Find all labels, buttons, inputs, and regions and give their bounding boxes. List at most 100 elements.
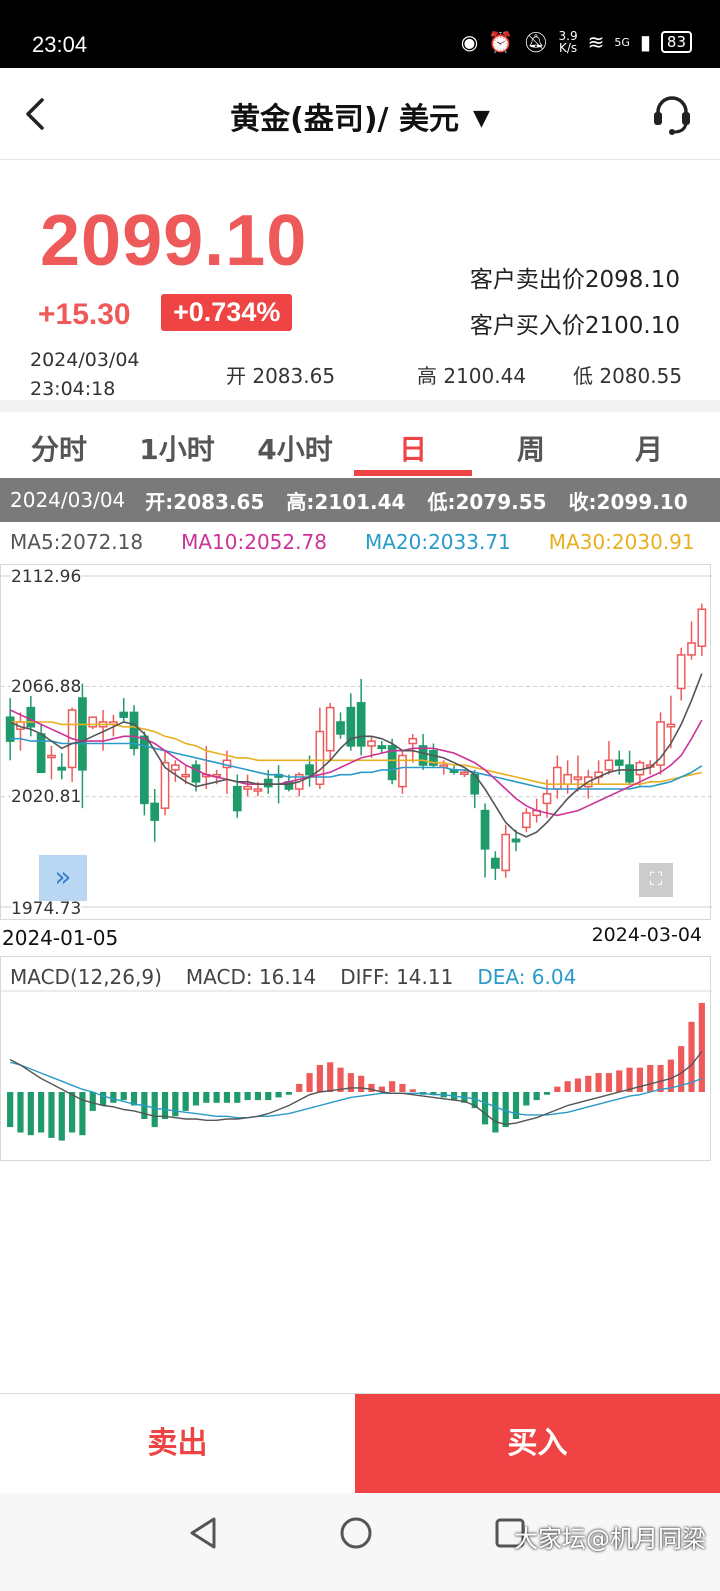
caret-down-icon: ▼ [472, 106, 490, 131]
macd-histogram-bar [89, 1092, 96, 1111]
candle-body [253, 788, 263, 792]
candle-body [614, 759, 624, 766]
macd-histogram-bar [358, 1075, 365, 1092]
macd-histogram-bar [347, 1073, 354, 1092]
candle-body [5, 716, 15, 742]
signal-icon: ▮ [639, 30, 651, 54]
info-close: 收:2099.10 [568, 489, 688, 514]
candle-body [377, 745, 387, 750]
macd-histogram-bar [543, 1092, 551, 1095]
candle-body [573, 776, 583, 781]
candle-body [26, 706, 36, 728]
ma10-label: MA10:2052.78 [181, 530, 327, 554]
macd-histogram-bar [585, 1075, 592, 1092]
macd-histogram-bar [161, 1092, 169, 1119]
instrument-selector[interactable]: 黄金(盎司)/ 美元 ▼ [0, 94, 720, 138]
tab-1h[interactable]: 1小时 [118, 412, 236, 476]
macd-histogram-bar [120, 1092, 127, 1101]
candle-body [491, 857, 500, 869]
macd-histogram-bar [38, 1092, 45, 1133]
tab-4h[interactable]: 4小时 [236, 412, 354, 476]
macd-histogram-bar [172, 1092, 179, 1117]
macd-histogram-bar [234, 1092, 241, 1103]
client-buy-price: 客户买入价2100.10 [469, 313, 680, 339]
macd-histogram-bar [306, 1073, 313, 1092]
network-type: 5G [614, 35, 630, 49]
title-bar: 黄金(盎司)/ 美元 ▼ [0, 68, 720, 160]
candle-body [181, 773, 191, 778]
status-icons: ◉ ⏰ 🔕︎ 3.9 K/s ≋ 5G ▮ 83 [461, 30, 692, 54]
macd-histogram-bar [99, 1092, 107, 1106]
candle-body [697, 608, 707, 647]
macd-panel[interactable]: MACD(12,26,9) MACD: 16.14 DIFF: 14.11 DE… [0, 956, 712, 1161]
tab-daily[interactable]: 日 [354, 412, 472, 476]
candle-body [243, 785, 252, 790]
sell-button[interactable]: 卖出 [0, 1394, 355, 1494]
headset-icon[interactable] [650, 92, 694, 136]
macd-histogram-bar [58, 1092, 65, 1141]
macd-histogram-bar [7, 1092, 14, 1128]
candle-body [47, 754, 56, 759]
candle-body [325, 706, 335, 752]
macd-histogram-bar [69, 1092, 76, 1133]
info-open: 开:2083.65 [145, 489, 265, 514]
candle-body [232, 785, 242, 812]
x-axis-end-date: 2024-03-04 [591, 924, 702, 946]
macd-histogram-bar [647, 1065, 654, 1092]
macd-histogram-bar [296, 1083, 303, 1092]
candle-body [501, 833, 511, 872]
tab-timeshare[interactable]: 分时 [0, 412, 118, 476]
candlestick-svg [1, 575, 712, 908]
buy-button[interactable]: 买入 [355, 1394, 720, 1494]
price-change: +15.30 [38, 298, 131, 331]
tab-weekly[interactable]: 周 [472, 412, 590, 476]
candlestick-chart[interactable]: 2112.96 2066.88 2020.81 1974.73 » ⛶ [0, 564, 712, 920]
alarm-icon: ⏰ [488, 30, 514, 54]
info-date: 2024/03/04 [10, 488, 126, 512]
macd-histogram-bar [533, 1092, 540, 1101]
system-nav-bar: 大家坛@机月同梁 [0, 1493, 720, 1591]
macd-histogram-bar [399, 1083, 406, 1092]
macd-histogram-bar [192, 1092, 200, 1106]
candle-body [356, 702, 366, 747]
macd-histogram-bar [254, 1092, 262, 1101]
change-percent-badge: +0.734% [161, 294, 293, 331]
candle-body [480, 809, 490, 850]
macd-histogram-bar [203, 1092, 210, 1103]
macd-histogram-bar [327, 1062, 334, 1092]
y-tick-label: 2112.96 [11, 567, 82, 587]
low-value: 低 2080.55 [573, 364, 683, 388]
candle-body [552, 766, 562, 790]
macd-histogram-bar [389, 1081, 396, 1092]
candle-body [57, 766, 67, 771]
fullscreen-icon[interactable]: ⛶ [639, 863, 673, 897]
tab-monthly[interactable]: 月 [590, 412, 708, 476]
moving-average-legend: MA5:2072.18 MA10:2052.78 MA20:2033.71 MA… [10, 530, 710, 554]
candle-body [625, 764, 634, 783]
eye-icon: ◉ [460, 30, 479, 54]
y-tick-label: 1974.73 [11, 899, 82, 919]
open-value: 开 2083.65 [226, 364, 336, 388]
ma30-label: MA30:2030.91 [548, 530, 695, 554]
wifi-icon: ≋ [587, 30, 605, 54]
candle-body [170, 764, 180, 771]
nav-back-icon[interactable] [184, 1513, 224, 1553]
quote-timestamp: 2024/03/04 23:04:18 [30, 346, 140, 404]
expand-arrows-icon[interactable]: » [39, 855, 87, 901]
macd-histogram-bar [574, 1078, 582, 1092]
candle-body [408, 737, 418, 745]
quote-date: 2024/03/04 [30, 349, 140, 371]
period-tabs: 分时 1小时 4小时 日 周 月 [0, 412, 720, 476]
candle-body [88, 716, 98, 728]
status-time: 23:04 [32, 32, 88, 57]
macd-histogram-bar [151, 1092, 158, 1128]
macd-histogram-bar [595, 1073, 602, 1092]
macd-histogram-bar [213, 1092, 220, 1103]
trade-actions: 卖出 买入 [0, 1393, 720, 1494]
candle-body [305, 764, 314, 776]
macd-histogram-bar [223, 1092, 231, 1103]
macd-histogram-bar [275, 1092, 282, 1098]
macd-histogram-bar [554, 1086, 561, 1092]
nav-home-icon[interactable] [336, 1513, 376, 1553]
macd-histogram-bar [110, 1092, 117, 1103]
